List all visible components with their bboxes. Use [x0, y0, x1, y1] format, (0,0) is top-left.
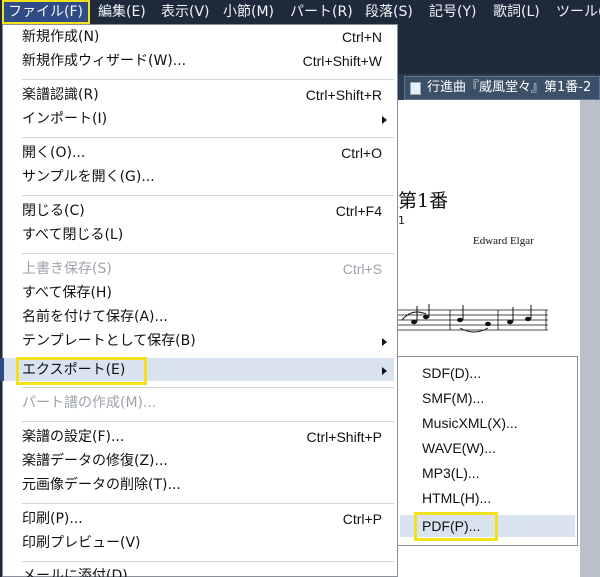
shortcut: Ctrl+Shift+W	[302, 53, 382, 69]
menu-measure[interactable]: 小節(M)	[223, 0, 274, 24]
menu-item-import[interactable]: インポート(I)	[22, 108, 392, 130]
menu-separator	[22, 253, 394, 254]
menu-item-new-wizard[interactable]: 新規作成ウィザード(W)... Ctrl+Shift+W	[22, 50, 392, 72]
document-tab[interactable]: 行進曲『威風堂々』第1番-2	[404, 76, 600, 100]
menu-separator	[22, 421, 394, 422]
menu-item-close[interactable]: 閉じる(C) Ctrl+F4	[22, 200, 392, 222]
menu-part[interactable]: パート(R)	[290, 0, 353, 24]
selection-marker	[0, 358, 4, 381]
menu-symbol[interactable]: 記号(Y)	[429, 0, 476, 24]
menu-item-print[interactable]: 印刷(P)... Ctrl+P	[22, 508, 392, 530]
menu-item-open[interactable]: 開く(O)... Ctrl+O	[22, 142, 392, 164]
score-composer: Edward Elgar	[473, 235, 534, 247]
menu-item-save-template[interactable]: テンプレートとして保存(B)	[22, 330, 392, 352]
menu-separator	[22, 79, 394, 80]
menu-item-save-as[interactable]: 名前を付けて保存(A)...	[22, 306, 392, 328]
menu-tools[interactable]: ツール(	[556, 0, 600, 24]
export-musicxml[interactable]: MusicXML(X)...	[422, 412, 518, 434]
menu-item-new[interactable]: 新規作成(N) Ctrl+N	[22, 26, 392, 48]
menu-separator	[22, 387, 394, 388]
export-sdf[interactable]: SDF(D)...	[422, 362, 481, 384]
export-smf[interactable]: SMF(M)...	[422, 387, 484, 409]
menu-item-save-all[interactable]: すべて保存(H)	[22, 282, 392, 304]
menu-item-part-create: パート譜の作成(M)...	[22, 395, 157, 411]
shortcut: Ctrl+P	[342, 511, 382, 527]
export-pdf[interactable]: PDF(P)...	[422, 515, 480, 537]
menu-separator	[22, 195, 394, 196]
menu-item-recognize[interactable]: 楽譜認識(R) Ctrl+Shift+R	[22, 84, 392, 106]
shortcut: Ctrl+Shift+R	[305, 87, 382, 103]
submenu-arrow-icon	[382, 116, 387, 124]
export-html[interactable]: HTML(H)...	[422, 487, 491, 509]
menu-paragraph[interactable]: 段落(S)	[365, 0, 413, 24]
shortcut: Ctrl+Shift+P	[306, 429, 382, 445]
export-submenu: SDF(D)... SMF(M)... MusicXML(X)... WAVE(…	[397, 356, 578, 546]
score-title: 第1番	[398, 190, 449, 212]
menu-file[interactable]: ファイル(F)	[2, 0, 90, 24]
score-margin	[580, 100, 600, 577]
submenu-arrow-icon	[382, 338, 387, 346]
document-tab-title: 行進曲『威風堂々』第1番-2	[427, 80, 592, 95]
menu-view[interactable]: 表示(V)	[161, 0, 210, 24]
menu-item-score-settings[interactable]: 楽譜の設定(F)... Ctrl+Shift+P	[22, 426, 392, 448]
export-mp3[interactable]: MP3(L)...	[422, 462, 480, 484]
menu-bar: ファイル(F) 編集(E) 表示(V) 小節(M) パート(R) 段落(S) 記…	[0, 0, 600, 24]
menu-separator	[22, 137, 394, 138]
menu-separator	[22, 561, 394, 562]
shortcut: Ctrl+S	[342, 261, 382, 277]
menu-item-export[interactable]: エクスポート(E)	[22, 359, 392, 381]
shortcut: Ctrl+N	[341, 29, 382, 45]
menu-separator	[22, 503, 394, 504]
menu-item-repair[interactable]: 楽譜データの修復(Z)...	[22, 450, 392, 472]
shortcut: Ctrl+O	[341, 145, 382, 161]
menu-edit[interactable]: 編集(E)	[98, 0, 146, 24]
export-wave[interactable]: WAVE(W)...	[422, 437, 496, 459]
score-subtitle: 1	[398, 214, 405, 227]
menu-item-save: 上書き保存(S) Ctrl+S	[22, 258, 392, 280]
menu-item-open-sample[interactable]: サンプルを開く(G)...	[22, 166, 392, 188]
menu-item-close-all[interactable]: すべて閉じる(L)	[22, 224, 392, 246]
menu-item-mail[interactable]: メールに添付(D)...	[22, 565, 392, 577]
music-staff	[398, 304, 548, 333]
menu-lyrics[interactable]: 歌詞(L)	[493, 0, 540, 24]
submenu-arrow-icon	[382, 367, 387, 375]
menu-item-delete-image[interactable]: 元画像データの削除(T)...	[22, 474, 392, 496]
shortcut: Ctrl+F4	[335, 203, 382, 219]
menu-item-print-preview[interactable]: 印刷プレビュー(V)	[22, 532, 392, 554]
document-icon	[410, 82, 421, 95]
